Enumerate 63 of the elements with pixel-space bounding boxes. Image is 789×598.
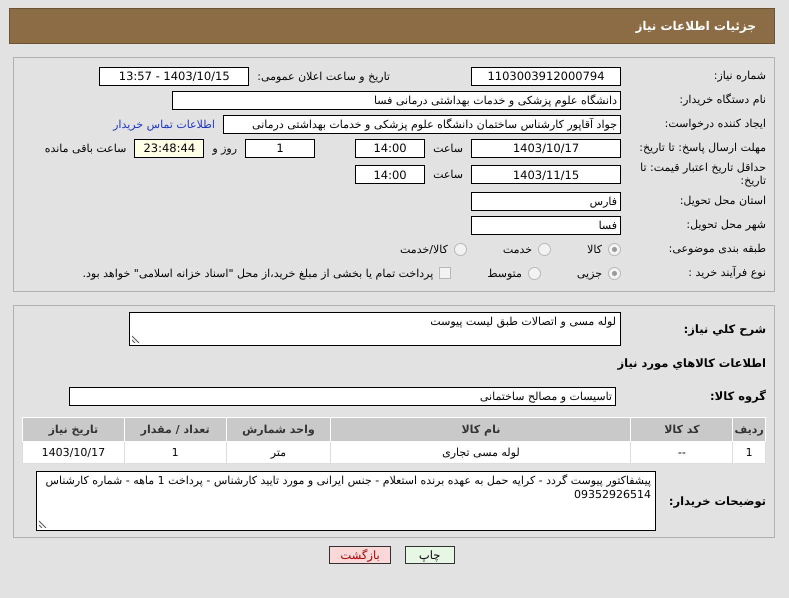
- field-label: گروه کالا:: [709, 390, 767, 403]
- radio-button[interactable]: [454, 242, 467, 256]
- table-cell: 1: [124, 442, 226, 464]
- field-label: طبقه بندی موضوعی:: [668, 242, 767, 256]
- field-label: مهلت ارسال پاسخ: تا تاریخ:: [638, 142, 767, 154]
- column-header: واحد شمارش: [226, 418, 331, 442]
- column-header: تاریخ نیاز: [22, 418, 124, 442]
- column-header: ردیف: [732, 418, 766, 442]
- radio-button[interactable]: [528, 266, 541, 280]
- buyer-contact-link[interactable]: اطلاعات تماس خریدار: [113, 118, 215, 130]
- time-label: ساعت: [433, 142, 463, 154]
- time-label: ساعت: [433, 168, 463, 182]
- table-cell: 1403/10/17: [22, 442, 124, 464]
- radio-button[interactable]: [538, 242, 552, 256]
- resize-grip-icon: [132, 335, 140, 344]
- checkbox[interactable]: [439, 267, 452, 280]
- resize-grip-icon: [39, 520, 47, 528]
- radio-button[interactable]: [608, 242, 621, 256]
- days-label: روز و: [212, 142, 238, 154]
- description-field[interactable]: لوله مسی و اتصالات طبق لیست پیوست: [129, 312, 621, 346]
- column-header: کد کالا: [630, 418, 733, 442]
- field-label: ایجاد کننده درخواست:: [664, 118, 767, 130]
- table-cell: لوله مسی تجاری: [330, 442, 631, 464]
- table-cell: 1: [732, 442, 766, 464]
- radio-button[interactable]: [608, 266, 621, 280]
- column-header: تعداد / مقدار: [124, 418, 226, 442]
- field-label: شهر محل تحویل:: [685, 218, 767, 232]
- field-label: نام دستگاه خریدار:: [678, 94, 767, 106]
- province-field: فارس: [471, 192, 621, 211]
- remaining-time-field: 23:48:44: [134, 138, 204, 158]
- time-field: 14:00: [355, 165, 426, 184]
- buyer-org-field: دانشگاه علوم پزشکی و خدمات بهداشتی درمانی فسا: [172, 90, 621, 110]
- print-button[interactable]: چاپ: [404, 546, 455, 564]
- field-label: حداقل تاریخ اعتبار قیمت: تا تاریخ:: [639, 162, 767, 188]
- field-label: شرح کلي نياز:: [682, 322, 767, 336]
- field-label: تاریخ و ساعت اعلان عمومی:: [257, 70, 390, 82]
- need-number-field: 1103003912000794: [471, 66, 621, 86]
- days-field: 1: [245, 138, 316, 158]
- requester-field: جواد آقاپور کارشناس ساختمان دانشگاه علوم پزشکی و خدمات بهداشتی درمانی: [223, 114, 621, 134]
- radio-label: متوسط: [487, 266, 522, 280]
- radio-label: خدمت: [502, 242, 532, 256]
- remaining-label: ساعت باقی مانده: [44, 142, 126, 154]
- radio-label: کالا: [587, 242, 602, 256]
- column-header: نام کالا: [330, 418, 631, 442]
- radio-label: جزیی: [576, 266, 602, 280]
- time-field: 14:00: [355, 138, 426, 158]
- city-field: فسا: [471, 216, 621, 235]
- back-button[interactable]: بازگشت: [329, 546, 391, 564]
- goods-group-field: تاسیسات و مصالح ساختمانی: [69, 386, 616, 406]
- buyer-notes-field[interactable]: پیشفاکتور پیوست گردد - کرایه حمل به عهده برنده استعلام - جنس ایرانی و مورد تایید کارشناس - پرداخت 1 ماهه - شماره کارشناس 09352926514: [36, 471, 656, 532]
- page-title: جزئیات اطلاعات نیاز: [635, 19, 756, 33]
- field-label: نوع فرآیند خرید :: [687, 266, 767, 280]
- table-cell: --: [630, 442, 733, 464]
- section-title: اطلاعات کالاهاي مورد نياز: [618, 356, 767, 370]
- date-field: 1403/10/17: [471, 138, 621, 158]
- radio-label: کالا/خدمت: [400, 242, 448, 256]
- announce-date-field: 1403/10/15 - 13:57: [99, 66, 250, 86]
- checkbox-label: پرداخت تمام یا بخشی از مبلغ خرید،از محل "اسناد خزانه اسلامی" خواهد بود.: [82, 266, 434, 280]
- field-label: استان محل تحویل:: [678, 194, 767, 208]
- field-label: شماره نیاز:: [712, 70, 767, 82]
- table-cell: متر: [226, 442, 331, 464]
- date-field: 1403/11/15: [471, 165, 621, 184]
- field-label: توضیحات خریدار:: [668, 494, 767, 508]
